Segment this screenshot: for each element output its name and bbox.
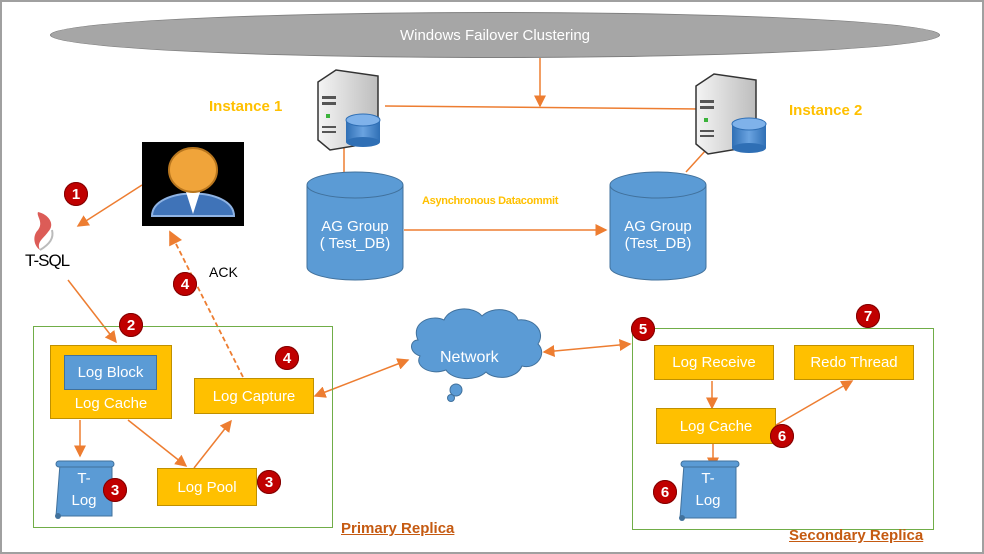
server-1-icon	[317, 69, 381, 151]
server-2-icon	[695, 73, 767, 155]
instance-2-label: Instance 2	[789, 102, 863, 119]
log-receive-box: Log Receive	[654, 345, 774, 380]
log-pool-box: Log Pool	[157, 468, 257, 506]
log-pool-label: Log Pool	[177, 478, 237, 496]
instance-1-label: Instance 1	[209, 98, 283, 115]
secondary-log-cache-label: Log Cache	[679, 417, 753, 435]
instance-link	[384, 105, 701, 110]
cluster-label: Windows Failover Clustering	[399, 26, 591, 44]
step-badge-2: 2	[119, 313, 143, 337]
windows-failover-cluster: Windows Failover Clustering	[50, 12, 940, 58]
user-avatar-icon	[142, 142, 244, 226]
step-badge-1: 1	[64, 182, 88, 206]
step-badge-5: 5	[631, 317, 655, 341]
redo-thread-label: Redo Thread	[810, 354, 898, 371]
primary-replica-label: Primary Replica	[341, 520, 455, 537]
network-label: Network	[440, 349, 499, 366]
log-capture-label: Log Capture	[212, 387, 296, 405]
primary-tlog-line1: T-	[77, 470, 91, 487]
secondary-tlog-line1: T-	[701, 470, 715, 487]
ack-label: ACK	[209, 264, 238, 280]
step-badge-4-ack: 4	[173, 272, 197, 296]
step-badge-3-pool: 3	[257, 470, 281, 494]
secondary-log-cache-box: Log Cache	[656, 408, 776, 444]
inst2-db-link	[685, 149, 707, 173]
step-badge-6-cache: 6	[770, 424, 794, 448]
step-badge-7: 7	[856, 304, 880, 328]
ag-group-secondary-line2: (Test_DB)	[624, 235, 692, 252]
secondary-replica-label: Secondary Replica	[789, 527, 924, 544]
async-commit-label: Asynchronous Datacommit	[422, 195, 559, 207]
primary-tlog-line2: Log	[71, 492, 97, 509]
primary-log-cache-label: Log Cache	[74, 395, 148, 412]
ag-group-secondary-line1: AG Group	[624, 218, 692, 235]
tsql-label: T-SQL	[25, 251, 70, 270]
log-block-box: Log Block	[64, 355, 157, 390]
ag-group-primary-line1: AG Group	[321, 218, 389, 235]
log-block-label: Log Block	[77, 364, 144, 381]
secondary-tlog-label: T- Log	[682, 468, 734, 512]
ag-group-primary-label: AG Group ( Test_DB)	[306, 218, 404, 252]
step-badge-4-capture: 4	[275, 346, 299, 370]
ag-group-secondary-label: AG Group (Test_DB)	[609, 218, 707, 252]
redo-thread-box: Redo Thread	[794, 345, 914, 380]
secondary-tlog-line2: Log	[695, 492, 721, 509]
step-badge-3-tlog: 3	[103, 478, 127, 502]
ag-group-primary-line2: ( Test_DB)	[319, 235, 391, 252]
tsql-logo-icon	[34, 212, 54, 251]
log-receive-label: Log Receive	[672, 354, 756, 371]
log-capture-box: Log Capture	[194, 378, 314, 414]
network-to-secondary-arrow	[542, 338, 632, 358]
step-badge-6-tlog: 6	[653, 480, 677, 504]
